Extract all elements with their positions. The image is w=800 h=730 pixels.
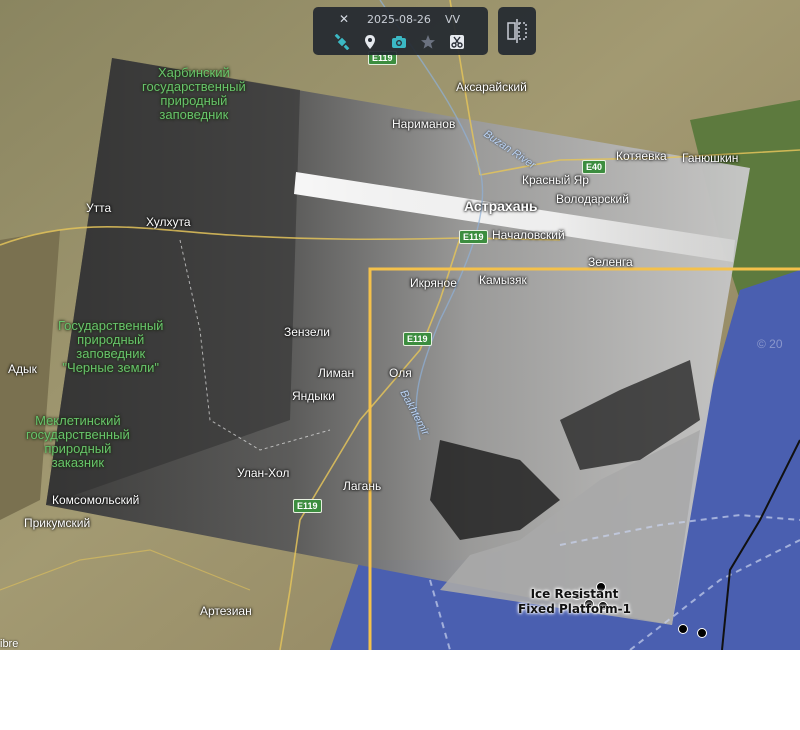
city-astrakhan: Астрахань (464, 198, 538, 214)
city-lagan: Лагань (343, 479, 382, 493)
map-watermark: © 20 (757, 337, 783, 351)
city-liman: Лиман (318, 366, 355, 380)
city-kamyzyak: Камызяк (479, 273, 527, 287)
city-adyk: Адык (8, 362, 37, 376)
city-ikryanoe: Икряное (410, 276, 457, 290)
polarization-label[interactable]: VV (445, 13, 460, 26)
star-icon (421, 35, 435, 49)
layers-pin-icon (365, 35, 375, 49)
city-komsomolsky: Комсомольский (52, 493, 140, 507)
city-zenzeli: Зензели (284, 325, 330, 339)
satellite-icon: ✕ (339, 12, 350, 26)
city-ganyushkin: Ганюшкин (682, 151, 739, 165)
image-toolbar: ✕ 2025-08-26 VV (313, 7, 488, 55)
platform-label: Ice Resistant Fixed Platform-1 (518, 587, 631, 616)
city-kotyaevka: Котяевка (616, 149, 667, 163)
scissors-icon (450, 35, 464, 49)
city-olya: Оля (389, 366, 412, 380)
map-view[interactable]: Харбинский государственный природный зап… (0, 0, 800, 650)
reserve-kharbinsky: Харбинский государственный природный зап… (142, 65, 246, 122)
city-krasny-yar: Красный Яр (522, 173, 589, 187)
layers-pin-button[interactable] (359, 31, 381, 53)
city-narimanov: Нариманов (392, 117, 456, 131)
platform-marker[interactable] (678, 624, 688, 634)
city-khulkhuta: Хулхута (146, 215, 191, 229)
platform-marker[interactable] (697, 628, 707, 638)
satellite-icon (334, 34, 350, 50)
road-shield-e119-mid: E119 (403, 332, 432, 346)
city-utta: Утта (86, 201, 112, 215)
split-compare-icon (507, 19, 527, 43)
road-shield-e40: E40 (582, 160, 607, 174)
split-compare-button[interactable] (498, 7, 536, 55)
city-prikumsky: Прикумский (24, 516, 91, 530)
city-nachalovsky: Началовский (492, 228, 565, 242)
camera-icon (392, 36, 406, 48)
clip-button[interactable] (446, 31, 468, 53)
city-volodarsky: Володарский (556, 192, 629, 206)
favorite-button[interactable] (417, 31, 439, 53)
reserve-black-lands: Государственный природный заповедник "Че… (58, 318, 164, 375)
satellite-button[interactable] (331, 31, 353, 53)
camera-button[interactable] (388, 31, 410, 53)
toolbar-info-row: ✕ 2025-08-26 VV (313, 11, 488, 29)
map-attribution: ibre (0, 638, 19, 650)
city-ulan-khol: Улан-Хол (237, 466, 290, 480)
city-yandyki: Яндыки (292, 389, 335, 403)
road-shield-e119-south: E119 (293, 499, 322, 513)
toolbar-actions-row (313, 31, 488, 53)
reserve-mekletinsky: Меклетинский государственный природный з… (26, 413, 130, 470)
acquisition-date: 2025-08-26 (367, 13, 431, 26)
city-zelenga: Зеленга (588, 255, 633, 269)
city-aksaraysky: Аксарайский (456, 80, 527, 94)
road-shield-e119-center: E119 (459, 230, 488, 244)
city-artezian: Артезиан (200, 604, 252, 618)
